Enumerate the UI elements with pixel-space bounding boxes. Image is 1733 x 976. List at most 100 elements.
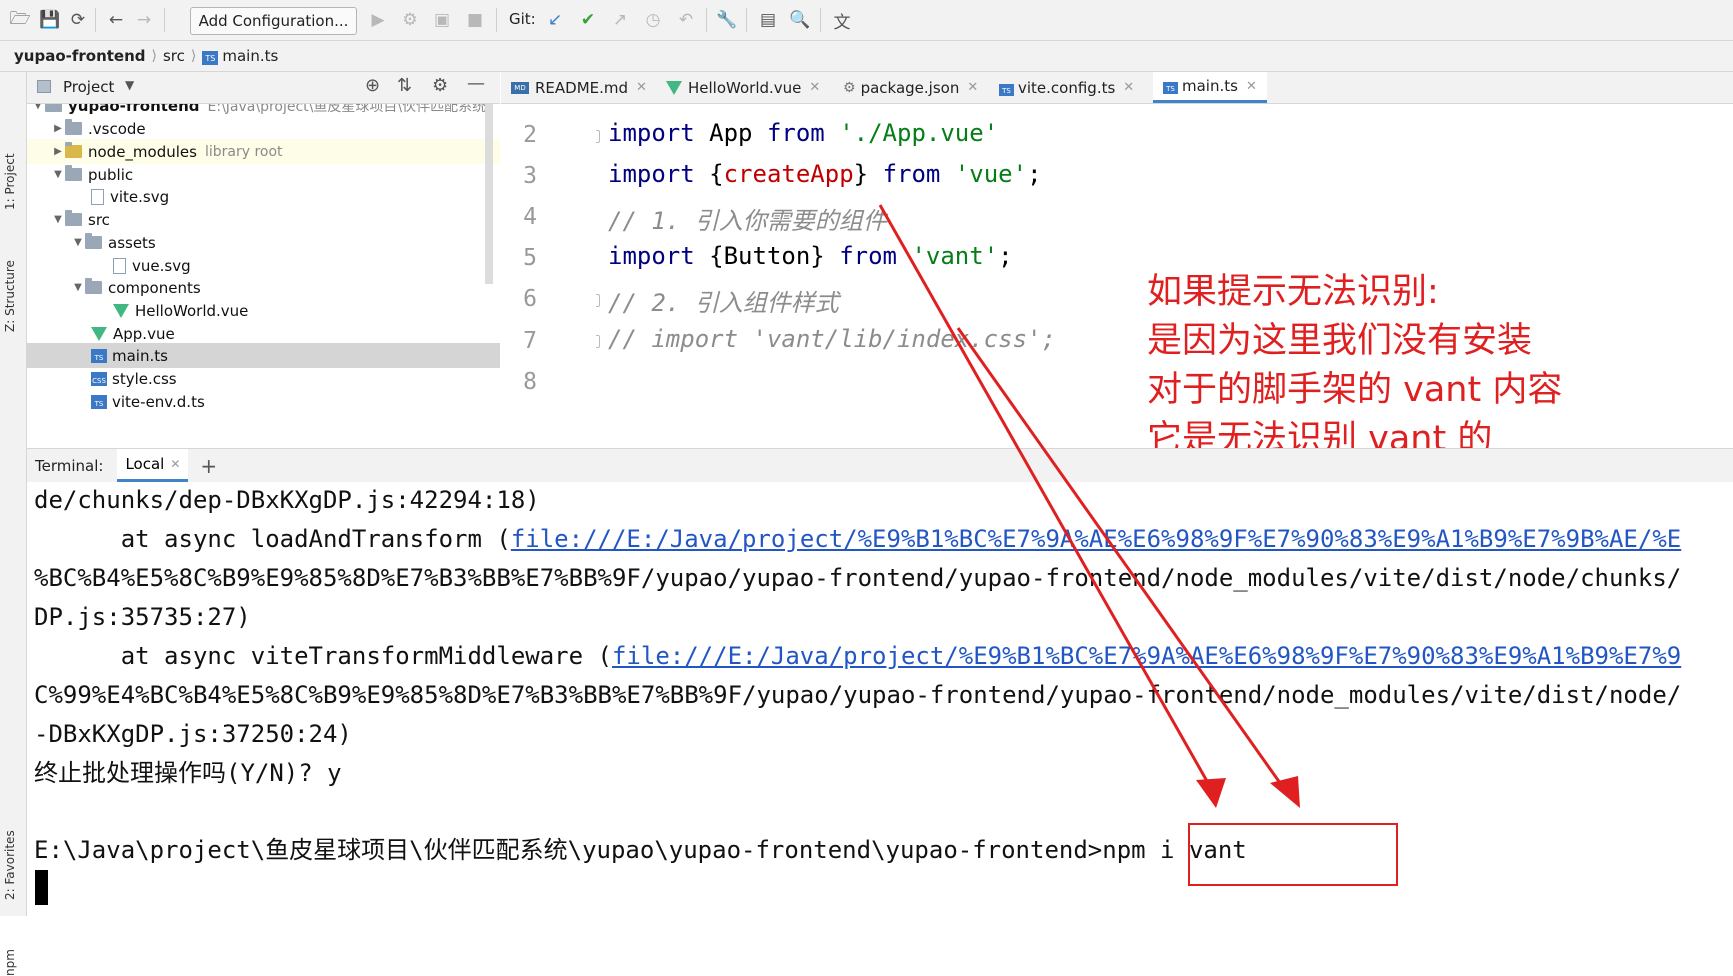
tree-row-vscode[interactable]: ▶ .vscode: [27, 116, 500, 141]
toolbar-separator: [164, 8, 165, 32]
tree-label: assets: [108, 233, 156, 252]
file-link[interactable]: file:///E:/Java/project/%E9%B1%BC%E7%9A%…: [511, 525, 1681, 553]
settings-wrench-icon[interactable]: 🔧: [716, 10, 737, 30]
line-number: 5: [523, 245, 537, 271]
vue-file-icon: [666, 80, 682, 95]
locate-icon[interactable]: ⊕: [365, 75, 380, 96]
stop-icon[interactable]: ■: [465, 10, 485, 30]
tree-label: vite.svg: [110, 187, 170, 206]
debug-icon[interactable]: ⚙: [400, 10, 420, 30]
chevron-down-icon[interactable]: ▼: [31, 104, 45, 111]
code-line: // import 'vant/lib/index.css';: [608, 325, 1056, 353]
tree-row-vite-svg[interactable]: vite.svg: [27, 184, 500, 209]
close-icon[interactable]: ✕: [170, 457, 180, 471]
git-update-icon[interactable]: ↙: [545, 10, 565, 30]
terminal-cursor: [35, 870, 48, 905]
project-view-icon: [37, 80, 51, 93]
fold-marker-icon[interactable]: [596, 335, 600, 348]
close-icon[interactable]: ✕: [636, 80, 647, 95]
tree-row-assets[interactable]: ▼ assets: [27, 230, 500, 255]
tab-main-ts[interactable]: TS main.ts ✕: [1153, 72, 1267, 103]
git-push-icon[interactable]: ↗: [610, 10, 630, 30]
close-icon[interactable]: ✕: [1123, 80, 1134, 95]
tree-scrollbar[interactable]: [485, 104, 493, 284]
chevron-down-icon[interactable]: ▼: [125, 78, 134, 92]
tree-row-src[interactable]: ▼ src: [27, 207, 500, 232]
chevron-right-icon[interactable]: ▶: [51, 123, 65, 134]
translate-icon[interactable]: 文: [832, 10, 852, 33]
open-icon[interactable]: 🗁: [9, 9, 30, 30]
git-commit-icon[interactable]: ✔: [578, 10, 598, 30]
git-rollback-icon[interactable]: ↶: [676, 10, 696, 30]
chevron-down-icon[interactable]: ▼: [51, 214, 65, 225]
annotation-text: 如果提示无法识别: 是因为这里我们没有安装 对于的脚手架的 vant 内容 它是…: [1147, 268, 1707, 464]
json-file-icon: ⚙: [843, 79, 856, 96]
tool-tab-npm[interactable]: npm: [3, 949, 17, 976]
tool-tab-structure[interactable]: Z: Structure: [3, 260, 17, 332]
terminal-tab-local[interactable]: Local ✕: [117, 449, 189, 482]
search-icon[interactable]: 🔍: [789, 10, 810, 30]
typescript-file-icon: TS: [202, 51, 219, 65]
code-line: // 1. 引入你需要的组件: [608, 207, 887, 235]
file-link[interactable]: file:///E:/Java/project/%E9%B1%BC%E7%9A%…: [612, 642, 1681, 670]
close-icon[interactable]: ✕: [967, 80, 978, 95]
project-view-title[interactable]: Project: [63, 78, 114, 96]
project-structure-icon[interactable]: ▤: [758, 10, 778, 30]
line-number: 4: [523, 204, 537, 230]
tree-row-main-ts[interactable]: TS main.ts: [27, 343, 500, 368]
coverage-icon[interactable]: ▣: [432, 10, 452, 30]
sync-icon[interactable]: ⟳: [68, 10, 88, 30]
tree-row-style-css[interactable]: CSS style.css: [27, 366, 500, 391]
tab-label: README.md: [535, 78, 629, 97]
collapse-all-icon[interactable]: ⇅: [397, 75, 412, 96]
toolbar-separator: [95, 8, 96, 32]
git-history-icon[interactable]: ◷: [643, 10, 663, 30]
tab-package-json[interactable]: ⚙ package.json ✕: [843, 72, 978, 103]
terminal-line: at async viteTransformMiddleware (file:/…: [34, 642, 1682, 670]
tab-helloworld-vue[interactable]: HelloWorld.vue ✕: [666, 72, 820, 103]
back-icon[interactable]: ←: [106, 10, 126, 30]
css-file-icon: CSS: [91, 371, 107, 386]
breadcrumb-folder[interactable]: src: [163, 47, 185, 65]
chevron-right-icon[interactable]: ▶: [51, 146, 65, 157]
add-configuration-button[interactable]: Add Configuration...: [190, 7, 357, 35]
breadcrumb-project[interactable]: yupao-frontend: [14, 47, 146, 65]
code-line: import {createApp} from 'vue';: [608, 160, 1042, 188]
tool-tab-project[interactable]: 1: Project: [3, 153, 17, 210]
terminal-line: %BC%B4%E5%8C%B9%E9%85%8D%E7%B3%BB%E7%BB%…: [34, 564, 1682, 592]
toolbar-separator: [820, 8, 821, 32]
typescript-file-icon: TS: [91, 348, 107, 363]
gear-icon[interactable]: ⚙: [432, 75, 448, 96]
vue-file-icon: [113, 303, 129, 318]
tree-row-node-modules[interactable]: ▶ node_modules library root: [27, 139, 500, 164]
chevron-down-icon[interactable]: ▼: [51, 169, 65, 180]
terminal-output[interactable]: de/chunks/dep-DBxKXgDP.js:42294:18) at a…: [27, 482, 1733, 916]
tab-vite-config-ts[interactable]: TS vite.config.ts ✕: [999, 72, 1134, 103]
minimize-icon[interactable]: —: [467, 73, 485, 94]
add-tab-icon[interactable]: +: [200, 454, 217, 478]
git-label: Git:: [509, 10, 536, 28]
close-icon[interactable]: ✕: [809, 80, 820, 95]
forward-icon[interactable]: →: [134, 10, 154, 30]
tree-annotation: library root: [204, 143, 283, 160]
main-toolbar: 🗁 💾 ⟳ ← → Add Configuration... ▶ ⚙ ▣ ■ G…: [0, 0, 1733, 41]
svg-file-icon: [113, 257, 126, 274]
fold-marker-icon[interactable]: [596, 294, 600, 307]
breadcrumb-file[interactable]: TS main.ts: [202, 47, 278, 65]
save-icon[interactable]: 💾: [39, 10, 60, 30]
chevron-right-icon: ⟩: [151, 48, 157, 64]
tree-row-vite-env-d-ts[interactable]: TS vite-env.d.ts: [27, 389, 500, 414]
project-panel-header: Project ▼ ⊕ ⇅ ⚙ —: [27, 72, 500, 104]
tab-readme-md[interactable]: MD README.md ✕: [511, 72, 647, 103]
editor-gutter: 2 3 4 5 6 7 8: [501, 104, 596, 447]
annotation-line: 是因为这里我们没有安装: [1147, 321, 1533, 361]
tree-row-helloworld-vue[interactable]: HelloWorld.vue: [27, 298, 500, 323]
fold-marker-icon[interactable]: [596, 130, 600, 143]
close-icon[interactable]: ✕: [1246, 79, 1257, 94]
tree-row-components[interactable]: ▼ components: [27, 275, 500, 300]
run-icon[interactable]: ▶: [368, 10, 388, 30]
tool-tab-favorites[interactable]: 2: Favorites: [3, 830, 17, 900]
chevron-down-icon[interactable]: ▼: [71, 282, 85, 293]
breadcrumb: yupao-frontend ⟩ src ⟩ TS main.ts: [0, 41, 1733, 72]
chevron-down-icon[interactable]: ▼: [71, 237, 85, 248]
